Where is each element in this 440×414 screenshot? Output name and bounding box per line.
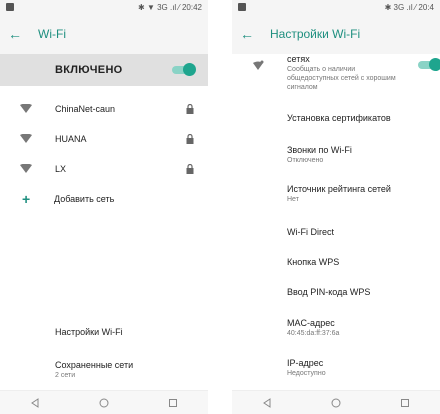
settings-item[interactable]: Звонки по Wi-Fi Отключено bbox=[287, 145, 437, 166]
lock-icon bbox=[186, 104, 194, 114]
network-notification-item[interactable]: сетях Сообщать о наличии общедоступных с… bbox=[287, 54, 407, 92]
nav-recent-icon[interactable] bbox=[397, 395, 413, 411]
settings-item[interactable]: Wi-Fi Direct bbox=[287, 227, 437, 237]
wifi-toggle-switch[interactable] bbox=[172, 63, 196, 76]
nav-back-icon[interactable] bbox=[27, 395, 43, 411]
settings-item[interactable]: Ввод PIN-кода WPS bbox=[287, 287, 437, 297]
saved-networks-label: Сохраненные сети bbox=[55, 360, 134, 370]
back-arrow-icon[interactable]: ← bbox=[240, 26, 270, 42]
nav-home-icon[interactable] bbox=[96, 395, 112, 411]
wifi-settings-label: Настройки Wi-Fi bbox=[55, 327, 123, 337]
status-bar: ✱ ▼ 3G .ıl ⁄ 20:42 bbox=[0, 0, 208, 14]
settings-item-title: Источник рейтинга сетей bbox=[287, 184, 391, 194]
switch-thumb bbox=[429, 58, 440, 71]
wifi-signal-icon bbox=[20, 134, 32, 143]
wifi-signal-icon bbox=[20, 104, 32, 113]
status-bar: ✱ 3G .ıl ⁄ 20:4 bbox=[232, 0, 440, 14]
settings-item-title: Ввод PIN-кода WPS bbox=[287, 287, 371, 297]
settings-item[interactable]: Установка сертификатов bbox=[287, 113, 437, 123]
add-network-row[interactable]: + Добавить сеть bbox=[0, 184, 208, 214]
settings-item[interactable]: MAC-адрес 40:45:da:ff:37:6a bbox=[287, 318, 437, 339]
wifi-settings-screen: ✱ 3G .ıl ⁄ 20:4 ← Настройки Wi-Fi сетях … bbox=[232, 0, 440, 414]
settings-item-subtitle: Нет bbox=[287, 196, 299, 203]
nav-bar bbox=[0, 390, 208, 414]
network-row[interactable]: ChinaNet-caun bbox=[0, 94, 208, 124]
nav-home-icon[interactable] bbox=[328, 395, 344, 411]
network-row[interactable]: HUANA bbox=[0, 124, 208, 154]
settings-item-title: Установка сертификатов bbox=[287, 113, 391, 123]
notification-toggle-switch[interactable] bbox=[418, 58, 440, 71]
saved-networks-count: 2 сети bbox=[55, 372, 76, 379]
settings-item-title: MAC-адрес bbox=[287, 318, 335, 328]
settings-item-title: IP-адрес bbox=[287, 358, 324, 368]
settings-item-subtitle: 40:45:da:ff:37:6a bbox=[287, 330, 340, 337]
nav-recent-icon[interactable] bbox=[165, 395, 181, 411]
lock-icon bbox=[186, 164, 194, 174]
network-name: LX bbox=[55, 164, 67, 174]
notification-icon bbox=[238, 3, 246, 11]
settings-item[interactable]: Источник рейтинга сетей Нет bbox=[287, 184, 437, 205]
status-indicators: ✱ ▼ 3G .ıl ⁄ 20:42 bbox=[138, 2, 202, 12]
wifi-screen: ✱ ▼ 3G .ıl ⁄ 20:42 ← Wi-Fi ВКЛЮЧЕНО Chin… bbox=[0, 0, 208, 414]
settings-item-subtitle: Недоступно bbox=[287, 370, 326, 377]
toggle-label: ВКЛЮЧЕНО bbox=[55, 64, 123, 76]
settings-item-title: Wi-Fi Direct bbox=[287, 227, 334, 237]
wifi-master-toggle-row[interactable]: ВКЛЮЧЕНО bbox=[0, 54, 208, 86]
network-name: ChinaNet-caun bbox=[55, 104, 116, 114]
lock-icon bbox=[186, 134, 194, 144]
page-title: Wi-Fi bbox=[38, 27, 66, 41]
network-row[interactable]: LX bbox=[0, 154, 208, 184]
plus-icon: + bbox=[22, 191, 31, 207]
settings-item[interactable]: IP-адрес Недоступно bbox=[287, 358, 437, 379]
wifi-notification-icon bbox=[253, 60, 264, 70]
notification-description: Сообщать о наличии общедоступных сетей с… bbox=[287, 66, 396, 91]
notification-title: сетях bbox=[287, 54, 310, 64]
settings-item[interactable]: Кнопка WPS bbox=[287, 257, 437, 267]
switch-thumb bbox=[183, 63, 196, 76]
saved-networks-item[interactable]: Сохраненные сети 2 сети bbox=[55, 360, 133, 379]
wifi-settings-item[interactable]: Настройки Wi-Fi bbox=[55, 327, 123, 337]
settings-item-title: Звонки по Wi-Fi bbox=[287, 145, 352, 155]
status-indicators: ✱ 3G .ıl ⁄ 20:4 bbox=[384, 2, 434, 12]
app-bar: ← Wi-Fi bbox=[0, 14, 208, 54]
network-name: HUANA bbox=[55, 134, 87, 144]
add-network-label: Добавить сеть bbox=[54, 194, 115, 204]
nav-back-icon[interactable] bbox=[259, 395, 275, 411]
settings-item-title: Кнопка WPS bbox=[287, 257, 340, 267]
nav-bar bbox=[232, 390, 440, 414]
app-bar: ← Настройки Wi-Fi bbox=[232, 14, 440, 54]
settings-item-subtitle: Отключено bbox=[287, 157, 324, 164]
notification-icon bbox=[6, 3, 14, 11]
back-arrow-icon[interactable]: ← bbox=[8, 26, 38, 42]
wifi-signal-icon bbox=[20, 164, 32, 173]
page-title: Настройки Wi-Fi bbox=[270, 27, 361, 41]
